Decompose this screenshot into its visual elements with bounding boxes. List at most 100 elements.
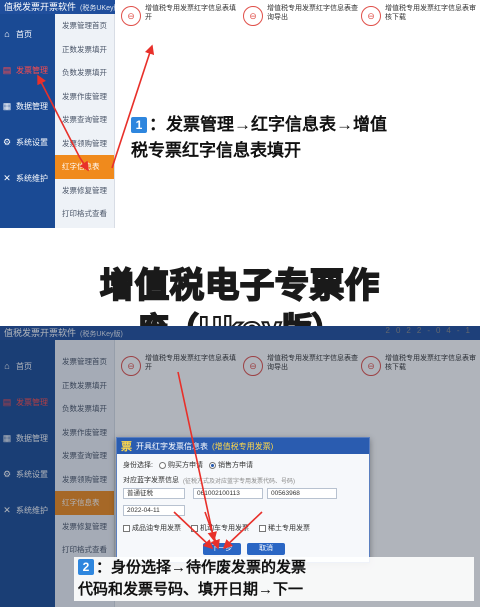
identity-row: 身份选择: 购买方申请 销售方申请 <box>123 460 253 470</box>
app-title: 值税发票开票软件 <box>4 328 77 338</box>
submenu-item[interactable]: 负数发票填开 <box>55 61 114 85</box>
document-icon: ⊖ <box>361 356 381 376</box>
sidebar: ⌂ 首页 ▤ 发票管理 ▦ 数据管理 ⚙ 系统设置 ✕ 系统维护 <box>0 14 55 228</box>
checkbox-vehicle[interactable] <box>191 524 198 532</box>
identity-label: 身份选择: <box>123 462 153 469</box>
checkbox-rare-earth-label: 稀土专用发票 <box>268 525 310 532</box>
document-icon: ⊖ <box>121 356 141 376</box>
radio-seller[interactable] <box>208 461 216 469</box>
step1-line1: ：发票管理→红字信息表→增值 <box>149 115 387 134</box>
document-icon: ⊖ <box>121 6 141 26</box>
sidebar-item-home[interactable]: ⌂ 首页 <box>0 348 55 384</box>
radio-buyer-label: 购买方申请 <box>167 462 203 469</box>
step-badge: 2 <box>78 559 94 575</box>
submenu-item[interactable]: 发票修复管理 <box>55 515 114 539</box>
sidebar-item-label: 首页 <box>16 361 32 371</box>
step1-caption: 1 ：发票管理→红字信息表→增值 税专票红字信息表填开 <box>131 112 471 164</box>
card-download[interactable]: ⊖ 增值税专用发票红字信息表审核下载 <box>361 354 477 394</box>
card-label: 增值税专用发票红字信息表审核下载 <box>385 5 476 21</box>
submenu-item[interactable]: 负数发票填开 <box>55 397 114 421</box>
main-content: ⊖ 增值税专用发票红字信息表填开 ⊖ 增值税专用发票红字信息表查询导出 ⊖ 增值税专用… <box>115 0 480 228</box>
submenu-item[interactable]: 发票修复管理 <box>55 179 114 203</box>
sidebar-item-data[interactable]: ▦ 数据管理 <box>0 88 55 124</box>
sidebar-item-invoice[interactable]: ▤ 发票管理 <box>0 384 55 420</box>
sidebar-item-data[interactable]: ▦ 数据管理 <box>0 420 55 456</box>
card-fill[interactable]: ⊖ 增值税专用发票红字信息表填开 <box>121 4 237 44</box>
app-title: 值税发票开票软件 <box>4 2 77 12</box>
submenu: 发票管理首页 正数发票填开 负数发票填开 发票作废管理 发票查询管理 发票领购管… <box>55 14 115 228</box>
sidebar-item-label: 数据管理 <box>16 433 48 443</box>
submenu-item[interactable]: 发票查询管理 <box>55 444 114 468</box>
overlay-title-line1: 增值税电子专票作 <box>99 265 380 307</box>
sidebar-item-maintenance[interactable]: ✕ 系统维护 <box>0 492 55 528</box>
document-icon: ⊖ <box>243 6 263 26</box>
sidebar-item-label: 系统设置 <box>16 469 48 479</box>
card-query[interactable]: ⊖ 增值税专用发票红字信息表查询导出 <box>243 354 359 394</box>
submenu-item[interactable]: 发票领购管理 <box>55 468 114 492</box>
submenu-item[interactable]: 发票作废管理 <box>55 85 114 109</box>
checkbox-rare-earth[interactable] <box>259 524 266 532</box>
radio-buyer[interactable] <box>158 461 166 469</box>
sidebar-item-label: 发票管理 <box>16 397 48 407</box>
card-label: 增值税专用发票红字信息表查询导出 <box>267 355 358 371</box>
submenu-item[interactable]: 发票领购管理 <box>55 132 114 156</box>
home-icon: ⌂ <box>4 29 10 39</box>
document-icon: ⊖ <box>361 6 381 26</box>
home-icon: ⌂ <box>4 361 10 371</box>
submenu-item-red-info[interactable]: 红字信息表 <box>55 491 114 515</box>
sidebar-item-home[interactable]: ⌂ 首页 <box>0 16 55 52</box>
checkbox-oil[interactable] <box>123 524 130 532</box>
invoice-logo-icon: 票 <box>121 441 132 453</box>
card-label: 增值税专用发票红字信息表填开 <box>145 355 236 371</box>
dialog-header: 票 开具红字发票信息表 (增值税专用发票) <box>117 438 369 454</box>
submenu-item[interactable]: 发票管理首页 <box>55 350 114 374</box>
dialog-title-tag: (增值税专用发票) <box>212 441 274 451</box>
submenu-item[interactable]: 发票管理首页 <box>55 14 114 38</box>
checkbox-vehicle-label: 机动车专用发票 <box>200 525 249 532</box>
section-hint: (征税方式及对应蓝字专用发票代码、号码) <box>183 478 295 485</box>
tools-icon: ✕ <box>3 172 11 183</box>
submenu-item[interactable]: 正数发票填开 <box>55 38 114 62</box>
checkbox-row: 成品油专用发票 机动车专用发票 稀土专用发票 <box>123 523 310 533</box>
sidebar-item-label: 系统维护 <box>16 505 48 515</box>
card-label: 增值税专用发票红字信息表填开 <box>145 5 236 21</box>
sidebar-item-label: 首页 <box>16 29 32 39</box>
app-title-sub: (税务UKey版) <box>80 331 123 338</box>
step2-line2: 代码和发票号码、填开日期→下一 <box>78 581 304 598</box>
next-button[interactable]: 下一步 <box>203 543 241 555</box>
submenu-item[interactable]: 打印格式查看 <box>55 202 114 226</box>
sidebar-item-label: 发票管理 <box>16 65 48 75</box>
submenu-item[interactable]: 发票作废管理 <box>55 421 114 445</box>
settings-icon: ⚙ <box>2 136 12 147</box>
invoice-icon: ▤ <box>2 396 12 407</box>
invoice-code-field[interactable]: 061002100113 <box>193 488 263 499</box>
section-row: 对应蓝字发票信息 (征税方式及对应蓝字专用发票代码、号码) <box>123 475 295 485</box>
step1-line2: 税专票红字信息表填开 <box>131 141 301 160</box>
sidebar-item-invoice[interactable]: ▤ 发票管理 <box>0 52 55 88</box>
sidebar-item-label: 数据管理 <box>16 101 48 111</box>
card-query[interactable]: ⊖ 增值税专用发票红字信息表查询导出 <box>243 4 359 44</box>
invoice-icon: ▤ <box>2 64 12 75</box>
date-field[interactable]: 2022-04-11 <box>123 505 185 516</box>
tools-icon: ✕ <box>3 504 11 515</box>
invoice-number-field[interactable]: 00563968 <box>267 488 337 499</box>
step-badge: 1 <box>131 117 147 133</box>
tax-method-select[interactable]: 普通征税 <box>123 488 185 499</box>
card-download[interactable]: ⊖ 增值税专用发票红字信息表审核下载 <box>361 4 477 44</box>
data-icon: ▦ <box>2 100 12 111</box>
submenu-item-red-info[interactable]: 红字信息表 <box>55 155 114 179</box>
card-label: 增值税专用发票红字信息表查询导出 <box>267 5 358 21</box>
sidebar-item-maintenance[interactable]: ✕ 系统维护 <box>0 160 55 196</box>
submenu-item[interactable]: 发票查询管理 <box>55 108 114 132</box>
card-fill[interactable]: ⊖ 增值税专用发票红字信息表填开 <box>121 354 237 394</box>
checkbox-oil-label: 成品油专用发票 <box>132 525 181 532</box>
sidebar-item-settings[interactable]: ⚙ 系统设置 <box>0 456 55 492</box>
overlay-title: 增值税电子专票作 废（Ukey版） <box>0 228 480 348</box>
cancel-button[interactable]: 取消 <box>247 543 285 555</box>
radio-seller-label: 销售方申请 <box>217 462 253 469</box>
sidebar-item-settings[interactable]: ⚙ 系统设置 <box>0 124 55 160</box>
top-screenshot: 值税发票开票软件 (税务UKey版) ⌂ 首页 ▤ 发票管理 ▦ 数据管理 ⚙ 系统设置 … <box>0 0 480 228</box>
section-label: 对应蓝字发票信息 <box>123 477 179 484</box>
submenu-item[interactable]: 正数发票填开 <box>55 374 114 398</box>
red-info-dialog: 票 开具红字发票信息表 (增值税专用发票) 身份选择: 购买方申请 销售方申请 … <box>116 437 370 563</box>
